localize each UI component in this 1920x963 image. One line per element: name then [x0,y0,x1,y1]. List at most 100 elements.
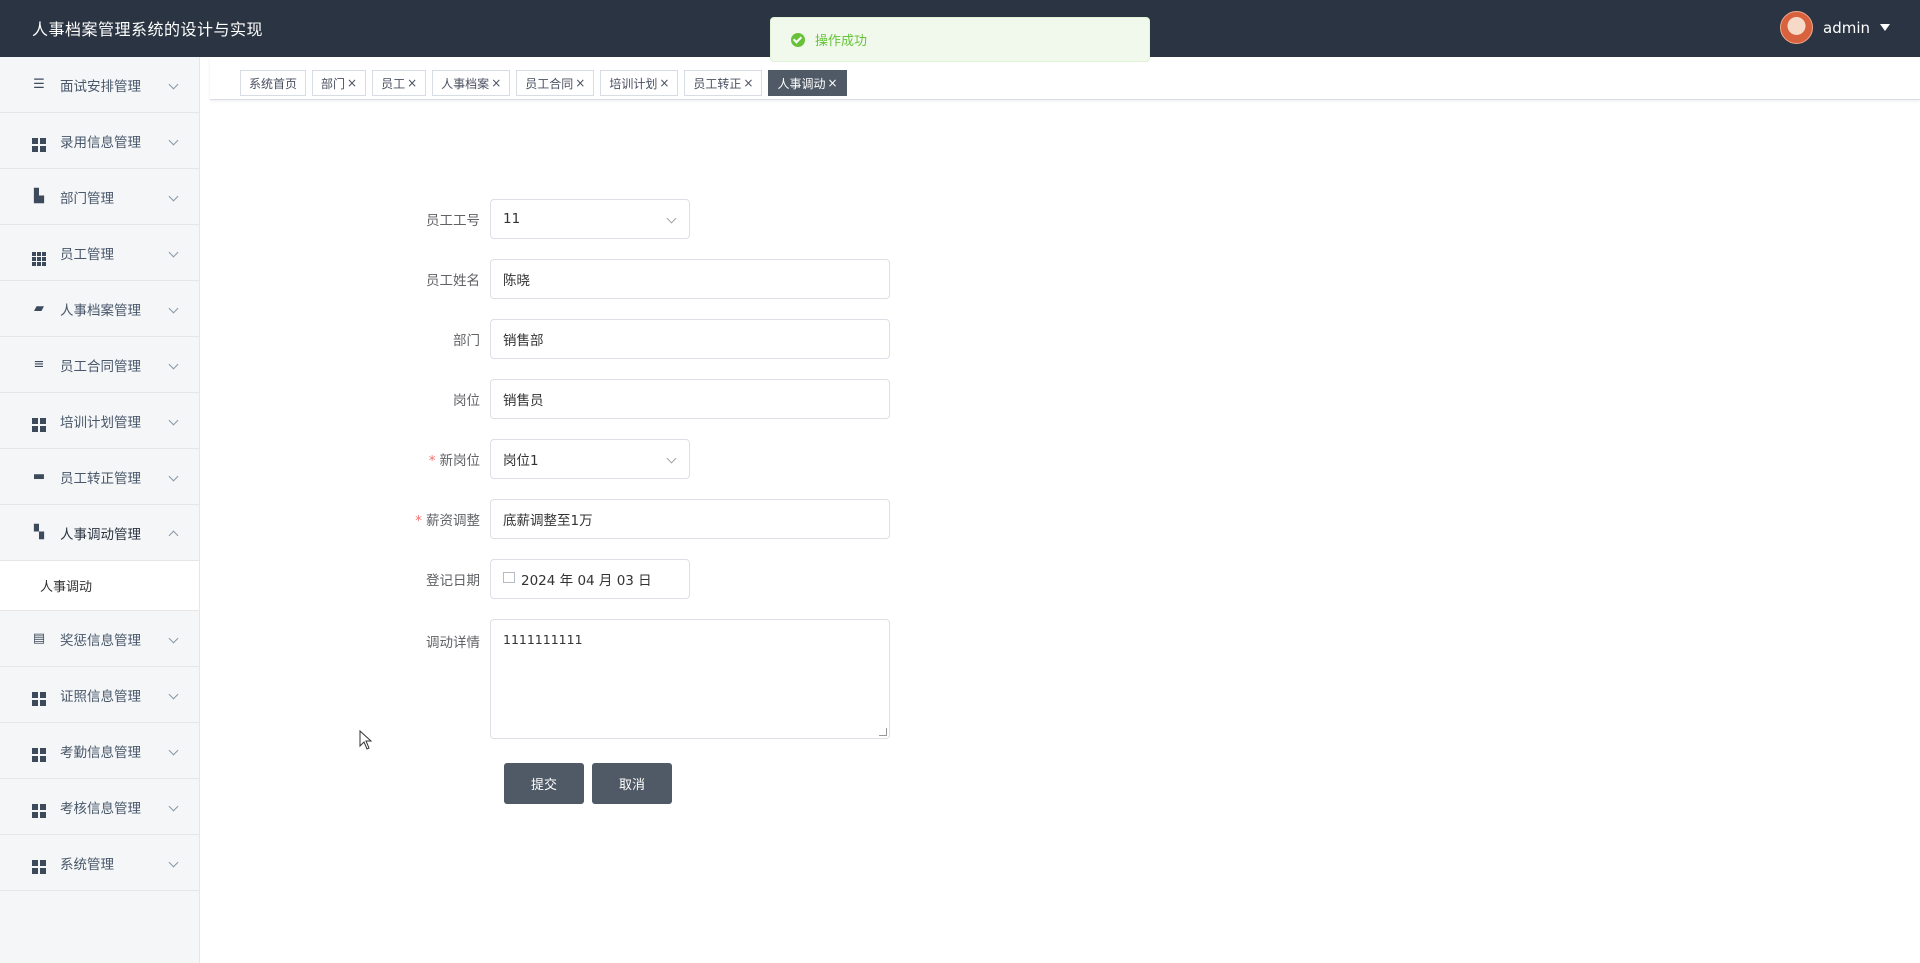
submit-button[interactable]: 提交 [504,763,584,804]
employee-name-value: 陈晓 [503,273,530,289]
transfer-detail-value: 1111111111 [503,632,583,647]
new-position-label-text: 新岗位 [439,453,481,469]
sidebar-item-label: 人事调动管理 [60,526,141,543]
sidebar-item-contract[interactable]: ≡ 员工合同管理 [0,337,199,393]
app-title: 人事档案管理系统的设计与实现 [32,20,264,39]
required-mark: * [415,513,422,529]
position-value: 销售员 [503,393,544,409]
department-row: 部门 销售部 [400,319,890,359]
sidebar-item-employee[interactable]: 员工管理 [0,225,199,281]
close-icon[interactable]: × [491,76,501,90]
tab-label: 人事档案 [441,76,490,91]
employee-name-input[interactable]: 陈晓 [490,259,890,299]
grid-icon [32,688,46,706]
tab-list: 系统首页 部门 × 员工 × 人事档案 × 员工合同 × 培训计划 × 员工转正 × 人事调… [240,70,847,96]
chevron-down-icon [168,689,179,700]
salary-adjust-value: 底薪调整至1万 [503,513,593,529]
success-toast: 操作成功 [770,17,1150,62]
close-icon[interactable]: × [347,76,357,90]
close-icon[interactable]: × [659,76,669,90]
employee-no-label: 员工工号 [426,213,480,229]
tab-label: 员工 [381,76,406,91]
position-input[interactable]: 销售员 [490,379,890,419]
new-position-select[interactable]: 岗位1 [490,439,690,479]
employee-name-label: 员工姓名 [426,273,480,289]
user-menu[interactable]: admin [1780,11,1890,44]
new-position-value: 岗位1 [503,453,539,469]
calendar-icon [503,571,515,583]
tab-home[interactable]: 系统首页 [240,70,307,96]
sidebar-item-interview[interactable]: ☰ 面试安排管理 [0,57,199,113]
cancel-button[interactable]: 取消 [592,763,672,804]
salary-adjust-row: * 薪资调整 底薪调整至1万 [400,499,890,539]
tab-employee[interactable]: 员工 × [372,70,427,96]
tab-archive[interactable]: 人事档案 × [432,70,511,96]
sidebar-item-label: 培训计划管理 [60,414,141,431]
sidebar-item-assessment[interactable]: 考核信息管理 [0,779,199,835]
sidebar-subitem-transfer[interactable]: 人事调动 [0,561,199,611]
tab-training[interactable]: 培训计划 × [600,70,679,96]
department-value: 销售部 [503,333,544,349]
tab-label: 培训计划 [609,76,658,91]
resize-handle-icon[interactable] [879,728,887,736]
department-input[interactable]: 销售部 [490,319,890,359]
sidebar-item-attendance[interactable]: 考勤信息管理 [0,723,199,779]
caret-down-icon[interactable] [1880,24,1890,31]
position-row: 岗位 销售员 [400,379,890,419]
sidebar-item-archive[interactable]: ▰ 人事档案管理 [0,281,199,337]
username[interactable]: admin [1823,19,1870,37]
transfer-detail-textarea[interactable]: 1111111111 [490,619,890,739]
tab-label: 人事调动 [777,76,826,91]
register-date-value: 2024 年 04 月 03 日 [521,573,652,589]
sidebar-item-system[interactable]: 系统管理 [0,835,199,891]
sidebar-item-label: 面试安排管理 [60,78,141,95]
toast-message: 操作成功 [815,34,868,49]
ticket-icon: ▚ [34,524,44,540]
close-icon[interactable]: × [828,76,838,90]
grid-icon [32,744,46,762]
register-date-picker[interactable]: 2024 年 04 月 03 日 [490,559,690,599]
list-icon: ☰ [33,76,45,92]
salary-adjust-input[interactable]: 底薪调整至1万 [490,499,890,539]
grid-icon [32,414,46,432]
employee-no-select[interactable]: 11 [490,199,690,239]
avatar[interactable] [1780,11,1813,44]
sidebar-item-department[interactable]: ▙ 部门管理 [0,169,199,225]
sidebar-item-reward[interactable]: ▤ 奖惩信息管理 [0,611,199,667]
sidebar-item-regularization[interactable]: ▬ 员工转正管理 [0,449,199,505]
check-circle-icon [791,32,805,47]
sidebar-item-training[interactable]: 培训计划管理 [0,393,199,449]
tab-transfer[interactable]: 人事调动 × [768,70,847,96]
tab-regularization[interactable]: 员工转正 × [684,70,763,96]
tags-view: 系统首页 部门 × 员工 × 人事档案 × 员工合同 × 培训计划 × 员工转正 × 人事调… [210,57,1920,100]
sliders-icon: ≡ [33,356,45,372]
chevron-down-icon [168,79,179,90]
sidebar-item-label: 系统管理 [60,856,114,873]
chevron-down-icon [168,471,179,482]
chevron-down-icon [168,633,179,644]
sidebar-item-label: 考核信息管理 [60,800,141,817]
sidebar-item-label: 部门管理 [60,190,114,207]
close-icon[interactable]: × [743,76,753,90]
close-icon[interactable]: × [407,76,417,90]
transfer-detail-label: 调动详情 [426,635,480,651]
tab-contract[interactable]: 员工合同 × [516,70,595,96]
sidebar-item-label: 员工合同管理 [60,358,141,375]
sidebar-item-license[interactable]: 证照信息管理 [0,667,199,723]
register-date-row: 登记日期 2024 年 04 月 03 日 [400,559,690,599]
employee-no-row: 员工工号 11 [400,199,690,239]
mouse-cursor-icon [359,730,373,750]
sidebar-item-hiring[interactable]: 录用信息管理 [0,113,199,169]
chevron-up-icon [168,530,179,541]
transfer-detail-row: 调动详情 1111111111 [400,619,890,739]
chevron-down-icon [168,135,179,146]
salary-adjust-label-text: 薪资调整 [426,513,480,529]
department-label: 部门 [453,333,480,349]
chevron-down-icon [168,247,179,258]
new-position-row: * 新岗位 岗位1 [400,439,690,479]
tab-department[interactable]: 部门 × [312,70,367,96]
sidebar-item-transfer[interactable]: ▚ 人事调动管理 [0,505,199,561]
chevron-down-icon [666,453,677,464]
close-icon[interactable]: × [575,76,585,90]
tab-label: 员工合同 [525,76,574,91]
